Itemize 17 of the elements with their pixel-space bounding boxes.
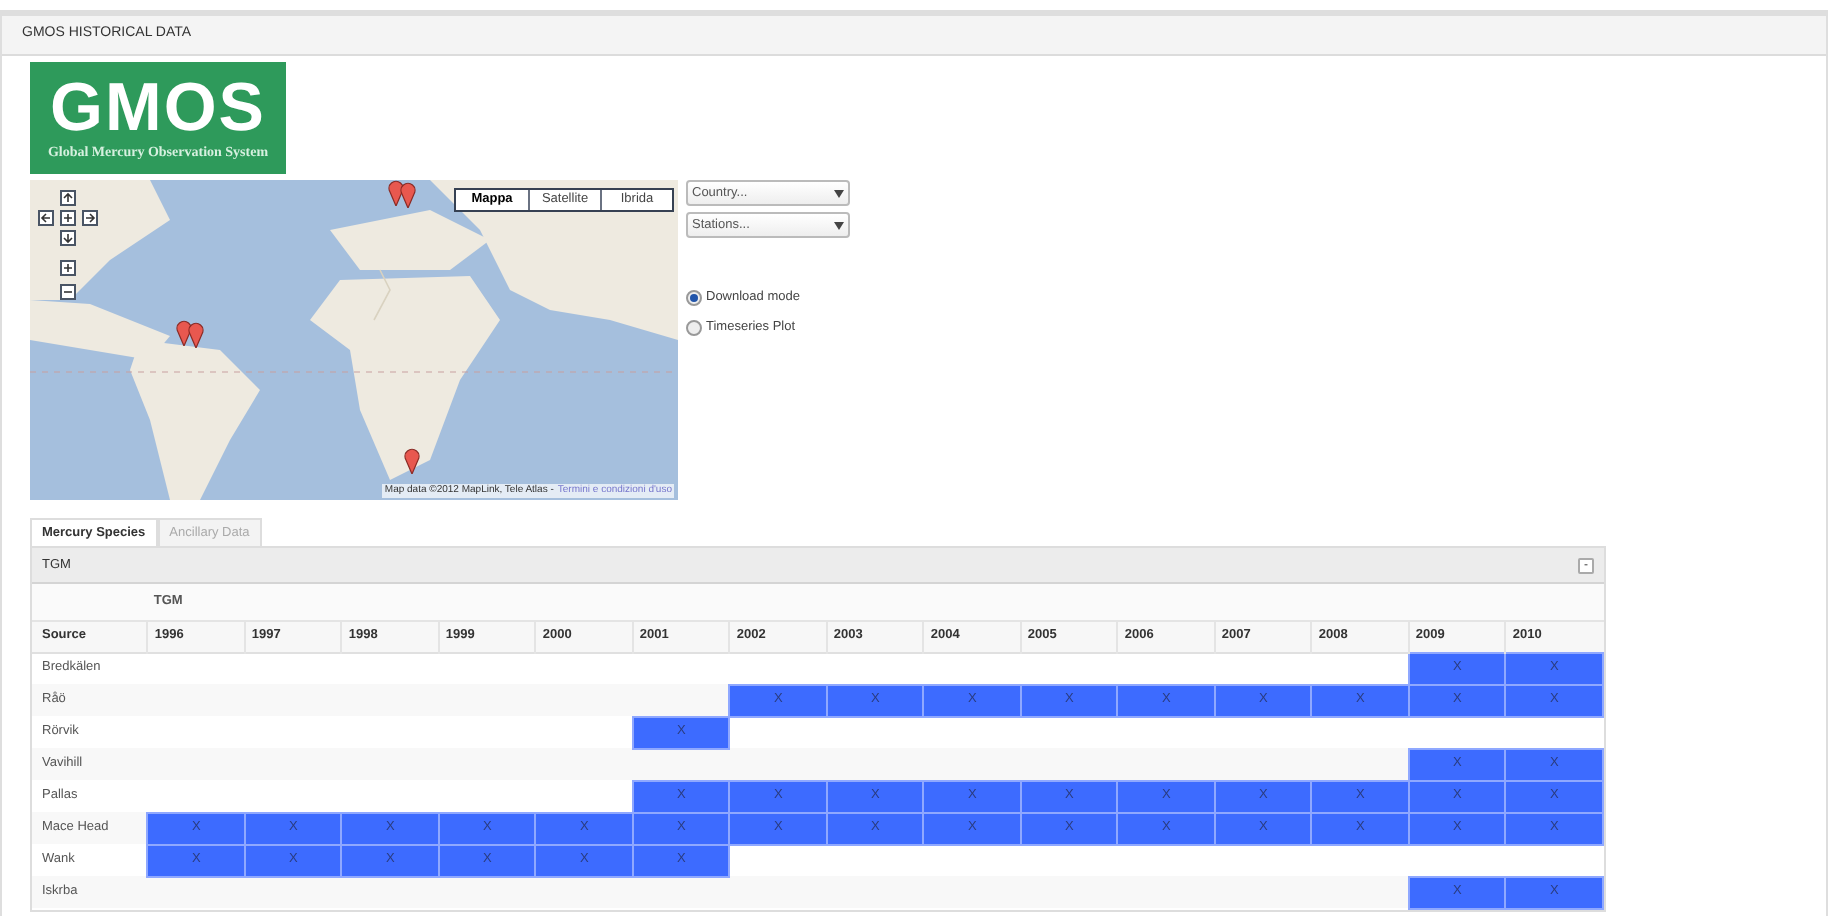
zoom-in-icon[interactable] — [60, 260, 76, 276]
map-pin-icon[interactable] — [404, 448, 420, 474]
radio-button[interactable] — [686, 319, 702, 336]
pan-up-icon[interactable] — [60, 190, 76, 206]
map-pin-icon[interactable] — [400, 182, 416, 208]
dropdown-caret-icon — [834, 221, 844, 229]
pan-left-icon[interactable] — [38, 210, 54, 226]
map-pin-icon[interactable] — [388, 180, 404, 206]
pan-center-icon[interactable] — [60, 210, 76, 226]
map-pin-icon[interactable] — [188, 322, 204, 348]
pan-right-icon[interactable] — [82, 210, 98, 226]
map-pin-icon[interactable] — [176, 320, 192, 346]
pan-down-icon[interactable] — [60, 230, 76, 246]
logo-title: GMOS — [50, 73, 266, 142]
radio-button[interactable] — [686, 289, 702, 306]
zoom-out-icon[interactable] — [60, 284, 76, 300]
dropdown-caret-icon — [834, 189, 844, 197]
